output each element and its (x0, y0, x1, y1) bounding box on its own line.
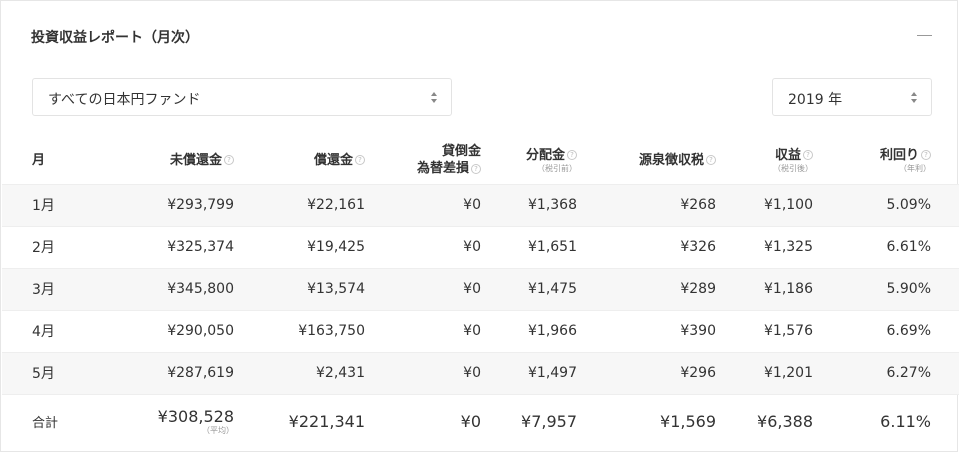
minus-icon[interactable] (917, 35, 932, 36)
total-row: 合計 ¥308,528 （平均） ¥221,341 ¥0 ¥7,957 ¥1,56… (2, 394, 959, 449)
col-dividend: 分配金? （税引前） (525, 147, 577, 173)
table-row: 1月 ¥293,799 ¥22,161 ¥0 ¥1,368 ¥268 ¥1,10… (2, 184, 959, 226)
report-card: 投資収益レポート（月次） すべての日本円ファンド 2019 年 月 未償還金? … (0, 0, 959, 452)
fund-select-value: すべての日本円ファンド (48, 92, 201, 108)
fund-select[interactable]: すべての日本円ファンド (32, 78, 452, 116)
table-row: 4月 ¥290,050 ¥163,750 ¥0 ¥1,966 ¥390 ¥1,5… (2, 310, 959, 352)
help-icon[interactable]: ? (921, 150, 931, 161)
col-month: 月 (32, 152, 46, 168)
col-unredeemed: 未償還金? (122, 137, 234, 184)
help-icon[interactable]: ? (355, 155, 365, 166)
col-yield: 利回り? （年利） (879, 147, 931, 173)
report-title: 投資収益レポート（月次） (31, 30, 199, 46)
table-row: 5月 ¥287,619 ¥2,431 ¥0 ¥1,497 ¥296 ¥1,201… (2, 352, 959, 394)
help-icon[interactable]: ? (471, 163, 481, 174)
help-icon[interactable]: ? (706, 155, 716, 166)
col-tax: 源泉徴収税? (577, 137, 716, 184)
table-header-row: 月 未償還金? 償還金? 貸倒金 為替差損? 分配金? （税引前） 源泉徴収税? 収… (2, 137, 959, 184)
year-select[interactable]: 2019 年 (772, 78, 932, 116)
select-arrows-icon (911, 92, 917, 104)
help-icon[interactable]: ? (803, 150, 813, 161)
help-icon[interactable]: ? (224, 155, 234, 166)
select-arrows-icon (431, 92, 437, 104)
col-loss: 貸倒金 為替差損? (416, 144, 481, 177)
table-row: 2月 ¥325,374 ¥19,425 ¥0 ¥1,651 ¥326 ¥1,32… (2, 226, 959, 268)
col-profit: 収益? （税引後） (773, 147, 813, 173)
year-select-value: 2019 年 (788, 92, 843, 108)
table-row: 3月 ¥345,800 ¥13,574 ¥0 ¥1,475 ¥289 ¥1,18… (2, 268, 959, 310)
help-icon[interactable]: ? (567, 150, 577, 161)
report-table: 月 未償還金? 償還金? 貸倒金 為替差損? 分配金? （税引前） 源泉徴収税? 収… (2, 137, 959, 449)
col-redeemed: 償還金? (234, 137, 365, 184)
